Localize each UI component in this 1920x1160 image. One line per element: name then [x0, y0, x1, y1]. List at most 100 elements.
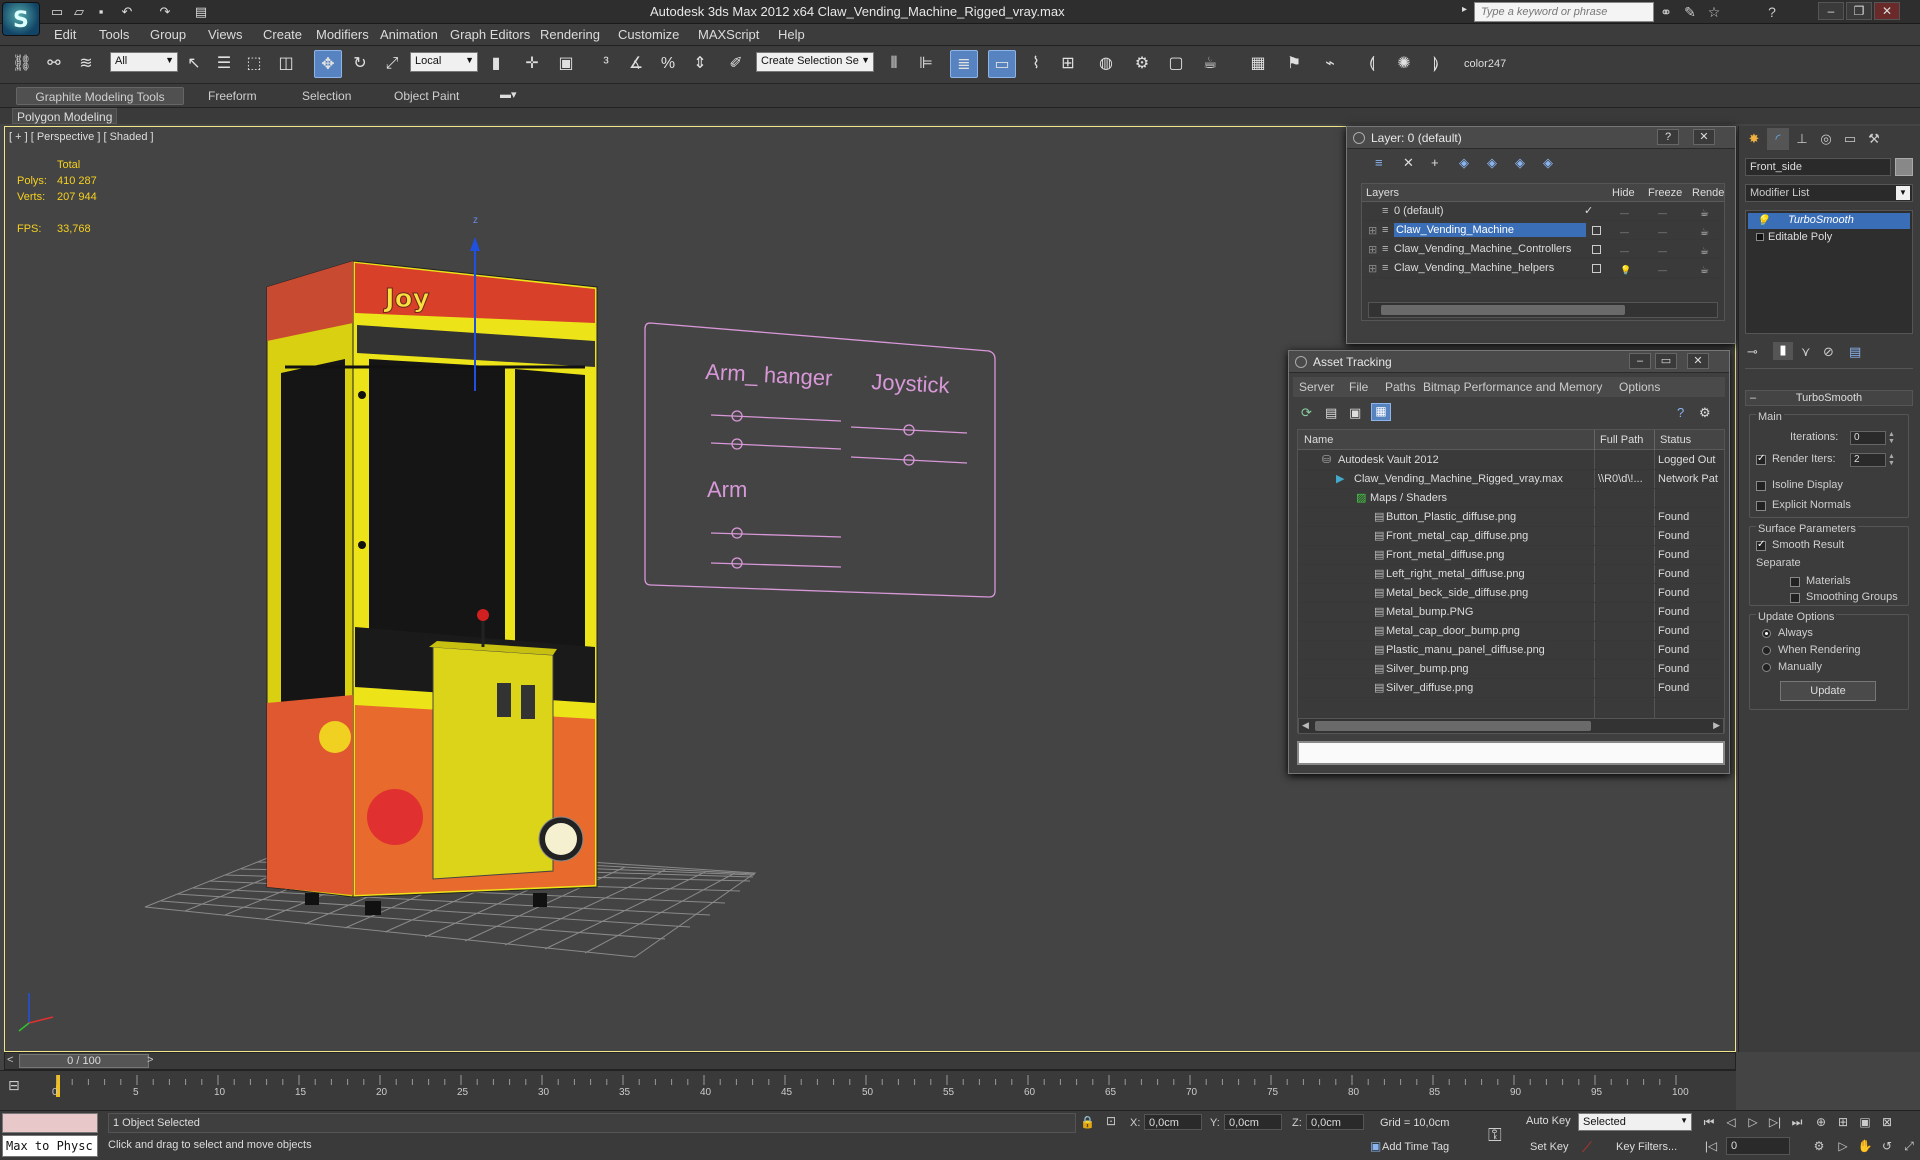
time-config-icon[interactable]: ⚙: [1808, 1137, 1830, 1155]
x-coordinate-field[interactable]: 0,0cm: [1144, 1114, 1202, 1130]
col-layers[interactable]: Layers: [1366, 187, 1399, 199]
scroll-thumb[interactable]: [1315, 721, 1591, 731]
menu-tools[interactable]: Tools: [99, 27, 129, 42]
pin-stack-icon[interactable]: ⊸: [1747, 344, 1758, 360]
menu-edit[interactable]: Edit: [54, 27, 76, 42]
add-time-tag[interactable]: Add Time Tag: [1382, 1141, 1449, 1153]
tab-selection[interactable]: Selection: [290, 87, 363, 105]
current-layer-box[interactable]: [1592, 245, 1601, 254]
reference-coord-dropdown[interactable]: Local ▼: [410, 52, 478, 72]
minimize-button[interactable]: –: [1629, 353, 1651, 369]
previous-frame-icon[interactable]: ◁: [1720, 1113, 1742, 1131]
scroll-left-icon[interactable]: ◀: [1302, 720, 1309, 731]
help-button[interactable]: ?: [1657, 129, 1679, 145]
edit-named-selections-icon[interactable]: ✐: [722, 50, 750, 78]
material-editor-icon[interactable]: ◍: [1092, 50, 1120, 78]
render-iters-checkbox[interactable]: [1756, 453, 1766, 465]
current-layer-box[interactable]: [1592, 226, 1601, 235]
asset-row[interactable]: ▤ Silver_bump.png Found: [1298, 660, 1724, 679]
key-mode-toggle-icon[interactable]: |◁: [1700, 1137, 1722, 1155]
current-layer-check-icon[interactable]: ✓: [1584, 204, 1593, 217]
col-status[interactable]: Status: [1660, 434, 1691, 446]
z-coordinate-field[interactable]: 0,0cm: [1306, 1114, 1364, 1130]
modifier-list-dropdown[interactable]: Modifier List ▼: [1745, 184, 1913, 202]
maximize-button[interactable]: ▭: [1655, 353, 1677, 369]
select-and-move-icon[interactable]: ✥: [314, 50, 342, 78]
show-end-result-icon[interactable]: ▮: [1773, 342, 1793, 360]
menu-animation[interactable]: Animation: [380, 27, 438, 42]
search-expand-icon[interactable]: ▸: [1462, 4, 1467, 15]
help-icon[interactable]: ?: [1762, 2, 1782, 22]
display-tab-icon[interactable]: ▭: [1839, 128, 1861, 150]
time-next-icon[interactable]: >: [147, 1054, 153, 1066]
next-frame-icon[interactable]: ▷|: [1764, 1113, 1786, 1131]
binoculars-icon[interactable]: ⚭: [1656, 2, 1676, 22]
select-object-icon[interactable]: ↖: [180, 50, 208, 78]
asset-name[interactable]: Front_metal_cap_diffuse.png: [1386, 530, 1528, 542]
close-button[interactable]: ✕: [1687, 353, 1709, 369]
select-and-scale-icon[interactable]: ⤢: [378, 50, 406, 78]
asset-name[interactable]: Metal_beck_side_diffuse.png: [1386, 587, 1528, 599]
asset-row[interactable]: ▤ Silver_diffuse.png Found: [1298, 679, 1724, 698]
vray-plane-icon[interactable]: ⟭: [1422, 50, 1450, 78]
col-hide[interactable]: Hide: [1612, 187, 1635, 199]
project-folder-icon[interactable]: ▤: [192, 3, 210, 21]
select-and-rotate-icon[interactable]: ↻: [346, 50, 374, 78]
layer-name[interactable]: 0 (default): [1394, 205, 1444, 217]
snaps-toggle-icon[interactable]: ³: [592, 50, 620, 78]
create-tab-icon[interactable]: ✸: [1743, 128, 1765, 150]
menu-customize[interactable]: Customize: [618, 27, 679, 42]
asset-name[interactable]: Metal_bump.PNG: [1386, 606, 1473, 618]
key-mode-dropdown[interactable]: Selected ▼: [1578, 1113, 1692, 1131]
pan-view-icon[interactable]: ✋: [1854, 1137, 1876, 1155]
menu-group[interactable]: Group: [150, 27, 186, 42]
manually-radio[interactable]: [1762, 663, 1771, 672]
key-filters-icon[interactable]: ⟋: [1582, 1139, 1592, 1156]
hide-all-layers-icon[interactable]: ◈: [1515, 155, 1525, 171]
list-view-icon[interactable]: ▤: [1325, 405, 1337, 421]
save-icon[interactable]: ▪: [92, 3, 110, 21]
bind-space-warp-icon[interactable]: ≋: [72, 50, 100, 78]
when-rendering-radio[interactable]: [1762, 646, 1771, 655]
curve-editor-icon[interactable]: ⌇: [1022, 50, 1050, 78]
maximize-viewport-icon[interactable]: ⤢: [1898, 1137, 1920, 1155]
key-filters-button[interactable]: Key Filters...: [1616, 1141, 1677, 1153]
hierarchy-tab-icon[interactable]: ⊥: [1791, 128, 1813, 150]
asset-row[interactable]: ▤ Metal_cap_door_bump.png Found: [1298, 622, 1724, 641]
app-logo-icon[interactable]: S: [2, 2, 40, 36]
expand-icon[interactable]: ⊞: [1368, 262, 1377, 275]
spinner-snap-icon[interactable]: ⇕: [686, 50, 714, 78]
asset-name[interactable]: Left_right_metal_diffuse.png: [1386, 568, 1525, 580]
go-to-end-icon[interactable]: ⏭: [1786, 1113, 1808, 1131]
layer-name[interactable]: Claw_Vending_Machine: [1394, 223, 1586, 237]
render-teapot-icons[interactable]: ☕ ☕ ☕ ☕: [1700, 204, 1712, 276]
asset-row[interactable]: ▤ Left_right_metal_diffuse.png Found: [1298, 565, 1724, 584]
open-file-icon[interactable]: ▱: [70, 3, 88, 21]
asset-row-maps-shaders[interactable]: ▨ Maps / Shaders: [1298, 489, 1724, 508]
time-slider-thumb[interactable]: 0 / 100: [19, 1054, 149, 1068]
vray-fur-icon[interactable]: ✺: [1390, 50, 1418, 78]
hide-column-dashes[interactable]: — — — 💡: [1620, 204, 1632, 276]
asset-row[interactable]: ▤ Metal_beck_side_diffuse.png Found: [1298, 584, 1724, 603]
isoline-display-checkbox[interactable]: [1756, 481, 1766, 491]
settings-icon[interactable]: ⚙: [1699, 405, 1711, 421]
add-to-layer-icon[interactable]: +: [1431, 155, 1439, 170]
tab-polygon-modeling[interactable]: Polygon Modeling: [12, 108, 118, 124]
minimize-button[interactable]: –: [1818, 2, 1844, 20]
iterations-spinner[interactable]: 0: [1850, 431, 1886, 445]
unlink-icon[interactable]: ⚯: [40, 50, 68, 78]
rectangular-selection-icon[interactable]: ⬚: [240, 50, 268, 78]
tab-graphite-modeling-tools[interactable]: Graphite Modeling Tools: [16, 87, 184, 105]
vray-camera-icon[interactable]: ⌁: [1316, 50, 1344, 78]
object-color-swatch[interactable]: [1895, 158, 1913, 176]
restore-button[interactable]: ❐: [1846, 2, 1872, 20]
search-input[interactable]: Type a keyword or phrase: [1474, 2, 1654, 22]
maxscript-listener-top[interactable]: [2, 1113, 98, 1133]
pivot-center-icon[interactable]: ▮: [482, 50, 510, 78]
asset-name[interactable]: Silver_bump.png: [1386, 663, 1469, 675]
asset-name[interactable]: Autodesk Vault 2012: [1338, 454, 1439, 466]
tab-freeform[interactable]: Freeform: [196, 87, 269, 105]
window-crossing-icon[interactable]: ◫: [272, 50, 300, 78]
menu-server[interactable]: Server: [1299, 380, 1334, 394]
percent-snap-icon[interactable]: %: [654, 50, 682, 78]
